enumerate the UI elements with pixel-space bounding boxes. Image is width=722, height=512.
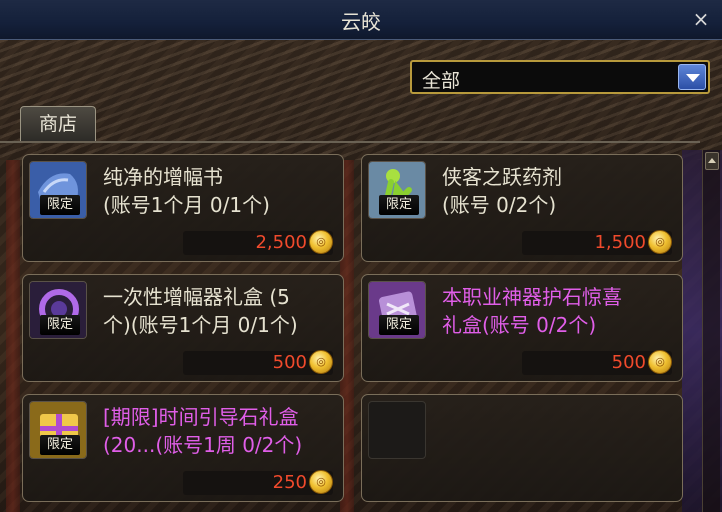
limited-badge: 限定 [40, 315, 80, 335]
item-name: 一次性增幅器礼盒 (5 个)(账号1个月 0/1个) [103, 285, 298, 337]
item-name: [期限]时间引导石礼盒 (20...(账号1周 0/2个) [103, 405, 303, 457]
coin-icon: ◎ [309, 350, 333, 374]
coin-icon: ◎ [648, 350, 672, 374]
item-price: 500 [272, 352, 307, 373]
limited-badge: 限定 [379, 315, 419, 335]
item-name: 纯净的增幅书 (账号1个月 0/1个) [103, 165, 270, 217]
empty-icon-slot [368, 401, 426, 459]
item-name: 本职业神器护石惊喜 礼盒(账号 0/2个) [442, 285, 622, 337]
shop-item-card[interactable]: 限定 纯净的增幅书 (账号1个月 0/1个) 2,500 ◎ [22, 154, 344, 262]
limited-badge: 限定 [40, 435, 80, 455]
tab-shop[interactable]: 商店 [20, 106, 96, 142]
item-name: 侠客之跃药剂 (账号 0/2个) [442, 165, 562, 217]
shop-window: 云皎 × 全部 商店 限定 纯净的增幅书 (账号1个月 0/1个) 2,500 … [0, 0, 722, 512]
price-box: 250 ◎ [183, 470, 333, 495]
shop-item-card[interactable]: 限定 侠客之跃药剂 (账号 0/2个) 1,500 ◎ [361, 154, 683, 262]
close-icon[interactable]: × [690, 6, 712, 32]
limited-badge: 限定 [40, 195, 80, 215]
coin-icon: ◎ [309, 470, 333, 494]
window-title: 云皎 [341, 10, 381, 34]
tab-divider [0, 141, 700, 143]
item-price: 2,500 [255, 232, 307, 253]
coin-icon: ◎ [648, 230, 672, 254]
category-dropdown[interactable]: 全部 [410, 60, 710, 94]
scroll-up-icon[interactable] [705, 152, 719, 170]
category-selected: 全部 [422, 70, 461, 92]
item-price: 1,500 [594, 232, 646, 253]
price-box: 2,500 ◎ [183, 230, 333, 255]
coin-icon: ◎ [309, 230, 333, 254]
dropdown-arrow-icon[interactable] [678, 64, 706, 90]
price-box: 500 ◎ [522, 350, 672, 375]
limited-badge: 限定 [379, 195, 419, 215]
shop-item-card[interactable]: 限定 一次性增幅器礼盒 (5 个)(账号1个月 0/1个) 500 ◎ [22, 274, 344, 382]
item-price: 250 [272, 472, 307, 493]
scrollbar[interactable] [702, 150, 720, 512]
shop-item-card[interactable]: 限定 本职业神器护石惊喜 礼盒(账号 0/2个) 500 ◎ [361, 274, 683, 382]
empty-item-slot [361, 394, 683, 502]
title-bar: 云皎 × [0, 0, 722, 40]
item-price: 500 [611, 352, 646, 373]
price-box: 500 ◎ [183, 350, 333, 375]
price-box: 1,500 ◎ [522, 230, 672, 255]
shop-item-card[interactable]: 限定 [期限]时间引导石礼盒 (20...(账号1周 0/2个) 250 ◎ [22, 394, 344, 502]
background-pillar [6, 160, 20, 512]
